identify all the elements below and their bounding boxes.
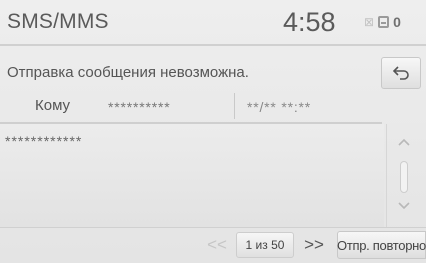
sim-icon: [378, 16, 390, 28]
battery-indicator: 0: [393, 14, 401, 30]
recipient-label: Кому: [35, 97, 71, 114]
recipient-divider: [234, 93, 235, 119]
recipient-value: **********: [108, 99, 171, 115]
back-button[interactable]: [381, 57, 421, 89]
error-message: Отправка сообщения невозможна.: [7, 64, 249, 81]
message-body: ************: [5, 133, 83, 149]
signal-icon: ⊠: [364, 15, 375, 29]
footer-divider: [0, 227, 426, 228]
prev-page-button[interactable]: <<: [204, 232, 230, 258]
scroll-track[interactable]: [400, 161, 408, 193]
scroll-separator: [386, 124, 387, 227]
next-page-button[interactable]: >>: [300, 232, 328, 258]
back-arrow-icon: [392, 66, 409, 80]
header-divider: [0, 44, 426, 46]
message-datetime: **/** **:**: [247, 99, 312, 115]
resend-button[interactable]: Отпр. повторно: [337, 231, 426, 259]
scroll-down-button[interactable]: [392, 198, 416, 216]
clock: 4:58: [283, 7, 336, 37]
status-icons: ⊠ 0: [364, 14, 401, 30]
scroll-up-button[interactable]: [392, 134, 416, 152]
sms-mms-screen: SMS/MMS 4:58 ⊠ 0 Отправка сообщения нево…: [0, 0, 426, 263]
page-indicator: 1 из 50: [236, 232, 294, 258]
chevron-up-icon: [398, 138, 410, 146]
chevron-down-icon: [398, 202, 410, 210]
app-title: SMS/MMS: [7, 10, 109, 33]
